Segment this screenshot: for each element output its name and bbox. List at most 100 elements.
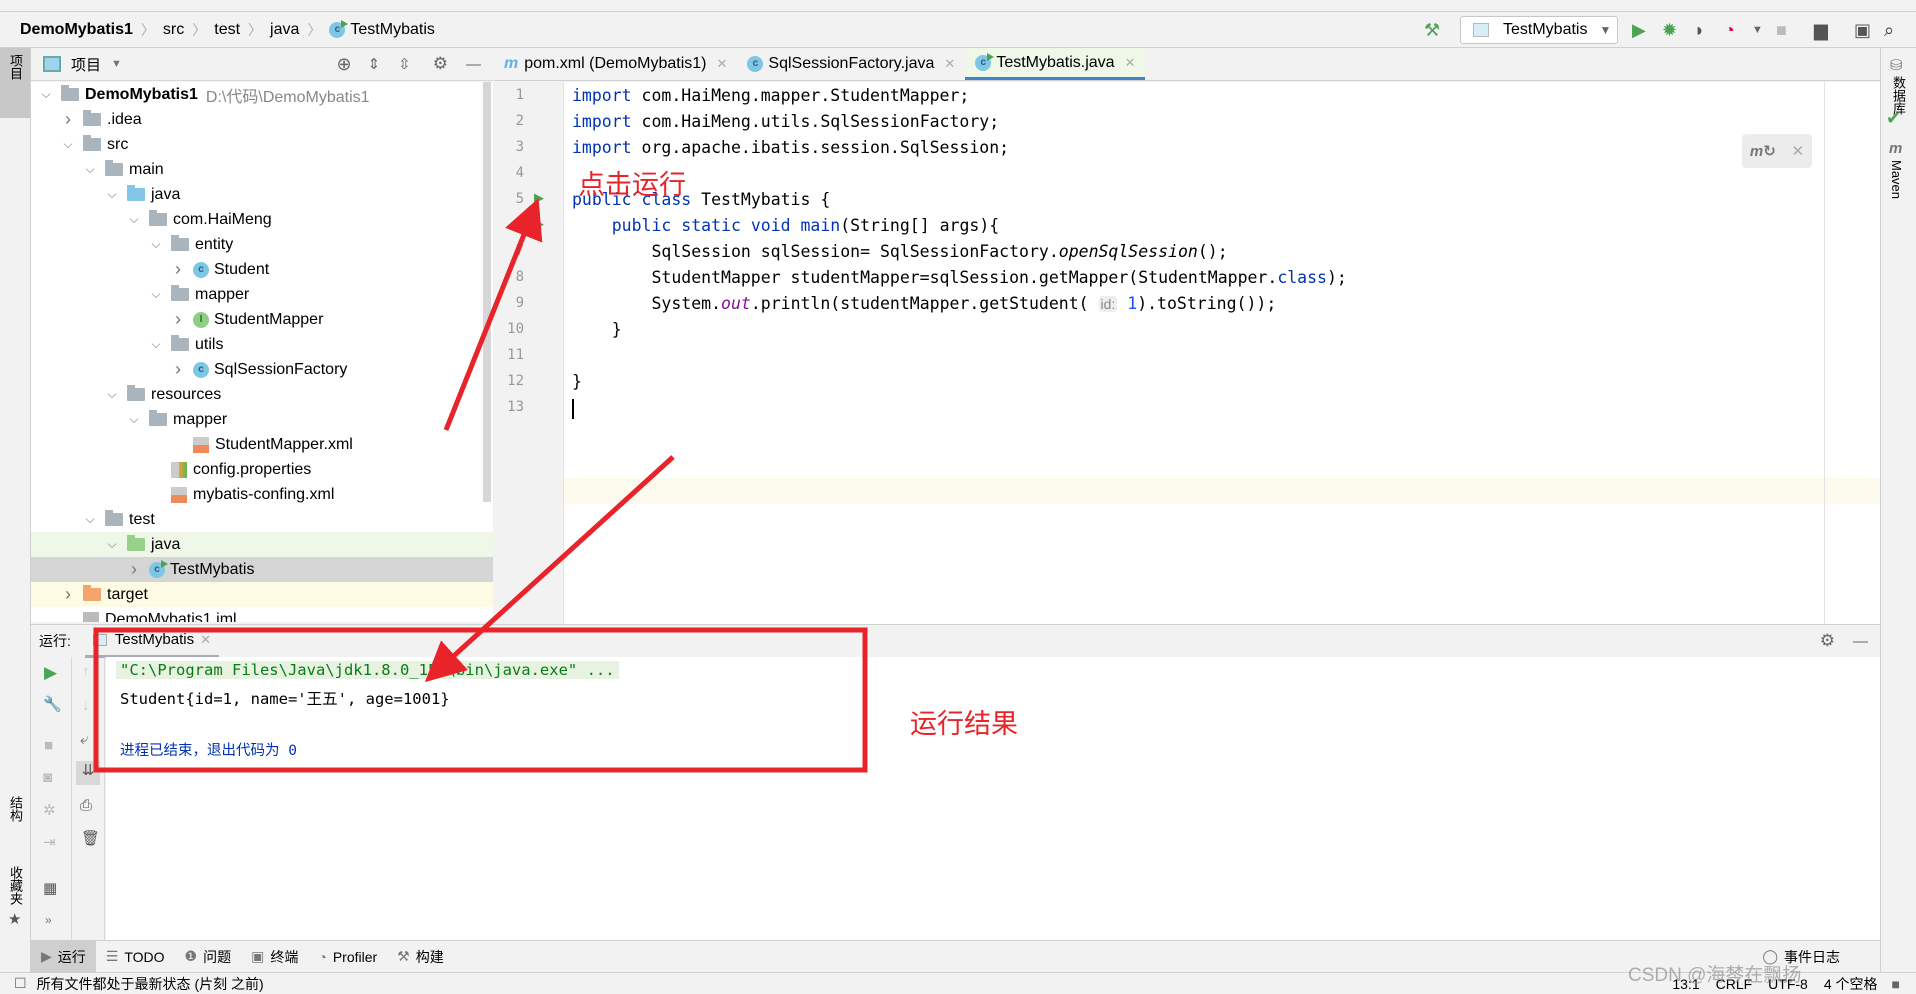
close-icon[interactable]: ✕: [200, 632, 211, 648]
tab-sqlsessionfactory[interactable]: c SqlSessionFactory.java ✕: [737, 48, 965, 80]
tree-item[interactable]: mybatis-confing.xml: [31, 482, 493, 507]
favorites-tool-button[interactable]: 收藏夹: [6, 866, 25, 905]
breadcrumb-java[interactable]: java: [270, 21, 299, 39]
tree-item[interactable]: DemoMybatis1.iml: [31, 607, 493, 622]
chevron-down-icon[interactable]: ⌵: [105, 537, 119, 552]
terminal-window-icon[interactable]: ▣: [1854, 18, 1871, 42]
wrench-icon[interactable]: 🔧: [43, 695, 62, 713]
coverage-icon[interactable]: ◗: [1694, 18, 1705, 42]
tree-item[interactable]: ⌵ test: [31, 507, 493, 532]
close-icon[interactable]: ✕: [717, 56, 728, 72]
gear-icon[interactable]: ⚙: [1820, 631, 1835, 651]
lock-icon[interactable]: ■: [1892, 976, 1900, 992]
chevron-down-icon[interactable]: ⌵: [149, 237, 163, 252]
breadcrumb-file[interactable]: c TestMybatis: [329, 19, 435, 39]
trash-icon[interactable]: 🗑: [81, 829, 100, 847]
maven-reload-icon[interactable]: m↻: [1750, 142, 1776, 160]
run-icon[interactable]: ▶: [1632, 18, 1646, 42]
database-tool-button[interactable]: 数据库: [1889, 76, 1908, 115]
chevron-down-icon[interactable]: ⌵: [83, 162, 97, 177]
tree-item[interactable]: ⌵ entity: [31, 232, 493, 257]
debug-bug-icon[interactable]: ✹: [1662, 18, 1677, 42]
settings-icon[interactable]: ✲: [43, 801, 56, 819]
tree-item[interactable]: ⌵ resources: [31, 382, 493, 407]
tree-item[interactable]: › c TestMybatis: [31, 557, 493, 582]
stop-icon[interactable]: ■: [44, 737, 53, 754]
tree-item[interactable]: › .idea: [31, 107, 493, 132]
more-icon[interactable]: »: [45, 913, 52, 927]
status-toggle-icon[interactable]: ☐: [14, 975, 27, 992]
tree-item[interactable]: › target: [31, 582, 493, 607]
project-structure-icon[interactable]: ▆: [1814, 18, 1828, 42]
exit-icon[interactable]: ⇥: [43, 833, 56, 851]
minimize-icon[interactable]: —: [466, 56, 481, 73]
tree-item[interactable]: ⌵ com.HaiMeng: [31, 207, 493, 232]
tool-profiler[interactable]: ◔ Profiler: [308, 941, 387, 973]
indent-setting[interactable]: 4 个空格: [1824, 974, 1878, 994]
minimize-icon[interactable]: —: [1853, 633, 1868, 650]
gutter-run-icon[interactable]: ▶: [534, 190, 544, 206]
tool-terminal[interactable]: ▣ 终端: [241, 941, 308, 973]
stop-icon[interactable]: ■: [1776, 18, 1787, 42]
chevron-down-icon[interactable]: ⌵: [127, 412, 141, 427]
scroll-to-end-icon[interactable]: ⇊: [76, 761, 100, 785]
close-icon[interactable]: ✕: [944, 56, 955, 72]
tool-build[interactable]: ⚒ 构建: [387, 941, 454, 973]
build-hammer-icon[interactable]: ⚒: [1424, 18, 1440, 42]
tree-item[interactable]: ⌵ utils: [31, 332, 493, 357]
collapse-all-icon[interactable]: ⇳: [398, 55, 411, 73]
layout-icon[interactable]: ▦: [43, 879, 57, 897]
run-tab-testmybatis[interactable]: TestMybatis ✕: [84, 625, 219, 658]
search-icon[interactable]: ⌕: [1884, 18, 1894, 42]
tab-testmybatis[interactable]: c TestMybatis.java ✕: [965, 48, 1146, 80]
tree-item[interactable]: ⌵ src: [31, 132, 493, 157]
run-config-dropdown[interactable]: TestMybatis ▼: [1460, 16, 1618, 44]
chevron-down-icon[interactable]: ⌵: [127, 212, 141, 227]
chevron-down-icon[interactable]: ⌵: [105, 387, 119, 402]
structure-tool-button[interactable]: 结构: [6, 796, 25, 822]
breadcrumb-test[interactable]: test: [214, 21, 240, 39]
profile-icon[interactable]: ◔: [1724, 18, 1735, 42]
tree-scrollbar[interactable]: [483, 82, 491, 502]
tree-item[interactable]: ⌵ mapper: [31, 407, 493, 432]
chevron-right-icon[interactable]: ›: [171, 309, 185, 330]
chevron-down-icon[interactable]: ▼: [111, 58, 122, 70]
tree-item[interactable]: ⌵ mapper: [31, 282, 493, 307]
tree-item[interactable]: ⌵ java: [31, 182, 493, 207]
close-icon[interactable]: ✕: [1792, 142, 1805, 160]
down-arrow-icon[interactable]: ↓: [82, 697, 90, 714]
close-icon[interactable]: ✕: [1125, 55, 1136, 71]
locate-icon[interactable]: ⊕: [337, 54, 352, 75]
star-icon[interactable]: ★: [8, 910, 21, 928]
chevron-down-icon[interactable]: ⌵: [83, 512, 97, 527]
maven-tool-button[interactable]: Maven: [1889, 160, 1904, 199]
up-arrow-icon[interactable]: ↑: [82, 663, 90, 680]
chevron-down-icon[interactable]: ⌵: [61, 137, 75, 152]
chevron-down-icon[interactable]: ⌵: [39, 87, 53, 102]
rerun-icon[interactable]: ▶: [44, 663, 57, 683]
soft-wrap-icon[interactable]: ⤶: [80, 731, 88, 748]
breadcrumb-project[interactable]: DemoMybatis1: [20, 21, 133, 39]
chevron-right-icon[interactable]: ›: [171, 259, 185, 280]
chevron-down-icon[interactable]: ▼: [1752, 18, 1763, 42]
project-view-selector[interactable]: 项目: [71, 54, 101, 75]
chevron-right-icon[interactable]: ›: [171, 359, 185, 380]
tree-item[interactable]: StudentMapper.xml: [31, 432, 493, 457]
tree-item[interactable]: › c SqlSessionFactory: [31, 357, 493, 382]
tool-todo[interactable]: ☰ TODO: [96, 941, 175, 973]
tool-run[interactable]: ▶ 运行: [31, 940, 96, 973]
camera-icon[interactable]: ◙: [43, 769, 52, 786]
chevron-right-icon[interactable]: ›: [61, 584, 75, 605]
tab-pom-xml[interactable]: m pom.xml (DemoMybatis1) ✕: [494, 48, 737, 80]
chevron-down-icon[interactable]: ⌵: [149, 337, 163, 352]
tree-item[interactable]: ⌵ DemoMybatis1 D:\代码\DemoMybatis1: [31, 82, 493, 107]
breadcrumb-src[interactable]: src: [163, 21, 184, 39]
expand-all-icon[interactable]: ⇕: [368, 55, 381, 73]
print-icon[interactable]: ⎙: [80, 797, 92, 814]
code-editor[interactable]: 1 2 3 4 5 ▶ 6 ▶ 7 8 9 10 11 12 13 import com.HaiMeng.m…: [494, 82, 1901, 624]
chevron-down-icon[interactable]: ⌵: [105, 187, 119, 202]
tree-item[interactable]: ⌵ java: [31, 532, 493, 557]
chevron-right-icon[interactable]: ›: [61, 109, 75, 130]
chevron-down-icon[interactable]: ⌵: [149, 287, 163, 302]
tree-item[interactable]: config.properties: [31, 457, 493, 482]
